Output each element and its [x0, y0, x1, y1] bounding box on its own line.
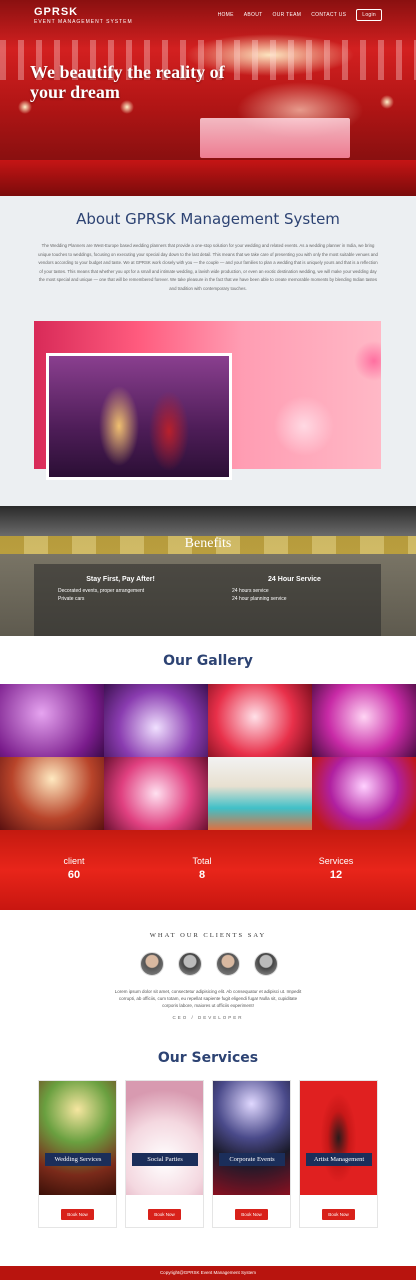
stat-services: Services 12	[296, 856, 376, 881]
hero-stage	[200, 118, 350, 158]
nav-about[interactable]: ABOUT	[244, 12, 263, 18]
gallery-image[interactable]	[312, 757, 416, 830]
service-image	[300, 1081, 377, 1195]
nav-home[interactable]: HOME	[218, 12, 234, 18]
service-image	[213, 1081, 290, 1195]
stat-label: Total	[192, 856, 212, 866]
benefits-title: Benefits	[184, 536, 232, 551]
stat-value: 12	[329, 869, 343, 881]
hero-banner: GPRSK EVENT MANAGEMENT SYSTEM HOME ABOUT…	[0, 0, 416, 196]
hero-title: We beautify the reality of your dream	[30, 62, 225, 102]
book-now-button[interactable]: Book Now	[322, 1209, 355, 1220]
benefits-ceiling	[0, 506, 416, 536]
service-label: Corporate Events	[219, 1153, 285, 1166]
services-title: Our Services	[157, 1050, 259, 1066]
service-card-artist: Artist Management Book Now	[299, 1080, 378, 1228]
gallery-image[interactable]	[312, 684, 416, 757]
gallery-image[interactable]	[0, 757, 104, 830]
service-card-corporate: Corporate Events Book Now	[212, 1080, 291, 1228]
footer: Copyright@GPRSK Event Management System	[0, 1266, 416, 1280]
service-image	[126, 1081, 203, 1195]
benefits-section: Benefits Stay First, Pay After! Decorate…	[0, 506, 416, 636]
book-now-button[interactable]: Book Now	[235, 1209, 268, 1220]
lamp-icon	[18, 100, 32, 114]
brand-name: GPRSK	[34, 6, 79, 18]
testimonial-author: CEO / DEVELOPER	[172, 1015, 244, 1020]
brand-logo[interactable]: GPRSK EVENT MANAGEMENT SYSTEM	[34, 6, 133, 25]
book-now-button[interactable]: Book Now	[148, 1209, 181, 1220]
nav-contact[interactable]: CONTACT US	[311, 12, 346, 18]
gallery-image[interactable]	[104, 684, 208, 757]
client-avatars	[140, 952, 278, 976]
about-text: The Wedding Planners are West-Europe bas…	[38, 243, 378, 291]
benefit-line: Decorated events, proper arrangement	[58, 588, 145, 594]
avatar[interactable]	[216, 952, 240, 976]
avatar[interactable]	[140, 952, 164, 976]
gallery-image[interactable]	[104, 757, 208, 830]
benefit-line: 24 hours service	[232, 588, 269, 594]
service-card-social: Social Parties Book Now	[125, 1080, 204, 1228]
service-label: Artist Management	[306, 1153, 372, 1166]
stat-clients: client 60	[34, 856, 114, 881]
stat-label: client	[63, 856, 85, 866]
page: GPRSK EVENT MANAGEMENT SYSTEM HOME ABOUT…	[0, 0, 416, 1280]
stat-label: Services	[318, 856, 354, 866]
service-label: Wedding Services	[45, 1153, 111, 1166]
gallery-image[interactable]	[208, 684, 312, 757]
nav-menu: HOME ABOUT OUR TEAM CONTACT US Login	[218, 9, 382, 21]
benefit-line: Private cars	[58, 596, 85, 602]
about-section: About GPRSK Management System The Weddin…	[0, 196, 416, 506]
gallery-image[interactable]	[208, 757, 312, 830]
benefit-title: 24 Hour Service	[268, 576, 321, 583]
testimonials-section: WHAT OUR CLIENTS SAY Lorem ipsum dolor s…	[0, 910, 416, 1042]
benefit-col-1: Stay First, Pay After! Decorated events,…	[58, 576, 183, 603]
benefit-title: Stay First, Pay After!	[86, 576, 155, 583]
stat-value: 60	[67, 869, 81, 881]
book-now-button[interactable]: Book Now	[61, 1209, 94, 1220]
login-button[interactable]: Login	[356, 9, 382, 21]
about-title: About GPRSK Management System	[76, 210, 340, 228]
avatar[interactable]	[178, 952, 202, 976]
stats-band: client 60 Total 8 Services 12	[0, 830, 416, 910]
benefit-col-2: 24 Hour Service 24 hours service 24 hour…	[232, 576, 357, 603]
testimonials-heading: WHAT OUR CLIENTS SAY	[149, 932, 267, 939]
nav-our-team[interactable]: OUR TEAM	[273, 12, 302, 18]
brand-subtitle: EVENT MANAGEMENT SYSTEM	[34, 19, 133, 25]
gallery-grid	[0, 684, 416, 830]
lamp-icon	[120, 100, 134, 114]
service-image	[39, 1081, 116, 1195]
service-card-wedding: Wedding Services Book Now	[38, 1080, 117, 1228]
testimonial-quote: Lorem ipsum dolor sit amet, consectetur …	[114, 989, 302, 1008]
gallery-title: Our Gallery	[163, 653, 253, 669]
lamp-icon	[380, 95, 394, 109]
avatar[interactable]	[254, 952, 278, 976]
about-couple-image	[46, 353, 232, 480]
top-navbar: GPRSK EVENT MANAGEMENT SYSTEM HOME ABOUT…	[0, 0, 416, 26]
hero-floor	[0, 160, 416, 196]
gallery-image[interactable]	[0, 684, 104, 757]
stat-value: 8	[198, 869, 206, 881]
service-label: Social Parties	[132, 1153, 198, 1166]
stat-total: Total 8	[162, 856, 242, 881]
benefit-line: 24 hour planning service	[232, 596, 287, 602]
